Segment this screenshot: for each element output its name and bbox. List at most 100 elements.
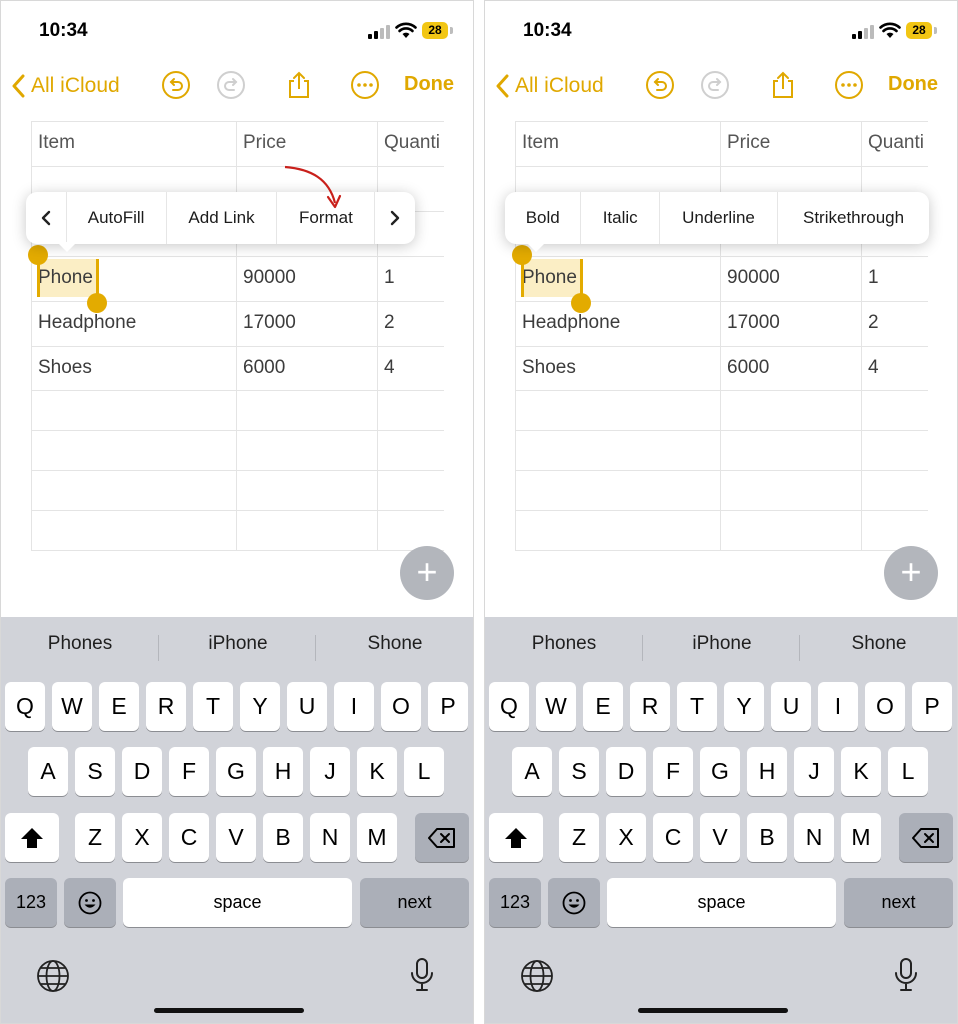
key-t[interactable]: T	[677, 682, 717, 731]
numbers-key[interactable]: 123	[489, 878, 541, 927]
key-s[interactable]: S	[559, 747, 599, 796]
key-m[interactable]: M	[357, 813, 397, 862]
suggestion-3[interactable]: Shone	[320, 633, 470, 655]
undo-icon[interactable]	[645, 70, 675, 100]
key-o[interactable]: O	[865, 682, 905, 731]
next-key[interactable]: next	[844, 878, 953, 927]
shift-key[interactable]	[489, 813, 543, 862]
add-button[interactable]: +	[884, 546, 938, 600]
key-v[interactable]: V	[216, 813, 256, 862]
numbers-key[interactable]: 123	[5, 878, 57, 927]
key-b[interactable]: B	[747, 813, 787, 862]
menu-strikethrough[interactable]: Strikethrough	[778, 192, 929, 244]
microphone-icon[interactable]	[409, 957, 435, 993]
back-button[interactable]: All iCloud	[495, 69, 604, 103]
cell-item-1[interactable]: Phone	[522, 267, 577, 289]
key-z[interactable]: Z	[559, 813, 599, 862]
redo-icon[interactable]	[216, 70, 246, 100]
key-f[interactable]: F	[169, 747, 209, 796]
cell-price-3[interactable]: 6000	[243, 357, 285, 379]
menu-add-link[interactable]: Add Link	[167, 192, 278, 244]
next-key[interactable]: next	[360, 878, 469, 927]
key-h[interactable]: H	[263, 747, 303, 796]
shift-key[interactable]	[5, 813, 59, 862]
key-b[interactable]: B	[263, 813, 303, 862]
cell-qty-2[interactable]: 2	[384, 312, 395, 334]
key-d[interactable]: D	[606, 747, 646, 796]
menu-next-button[interactable]	[375, 192, 415, 244]
key-x[interactable]: X	[122, 813, 162, 862]
selection-start-handle[interactable]	[28, 245, 48, 265]
key-f[interactable]: F	[653, 747, 693, 796]
cell-item-2[interactable]: Headphone	[522, 312, 620, 334]
key-j[interactable]: J	[310, 747, 350, 796]
share-icon[interactable]	[284, 70, 314, 100]
key-u[interactable]: U	[287, 682, 327, 731]
key-w[interactable]: W	[536, 682, 576, 731]
redo-icon[interactable]	[700, 70, 730, 100]
key-q[interactable]: Q	[489, 682, 529, 731]
done-button[interactable]: Done	[404, 73, 454, 96]
header-item[interactable]: Item	[522, 132, 559, 154]
key-r[interactable]: R	[630, 682, 670, 731]
key-s[interactable]: S	[75, 747, 115, 796]
menu-autofill[interactable]: AutoFill	[67, 192, 167, 244]
backspace-key[interactable]	[899, 813, 953, 862]
microphone-icon[interactable]	[893, 957, 919, 993]
key-y[interactable]: Y	[240, 682, 280, 731]
cell-qty-1[interactable]: 1	[868, 267, 879, 289]
key-p[interactable]: P	[912, 682, 952, 731]
cell-item-1[interactable]: Phone	[38, 267, 93, 289]
emoji-key[interactable]	[64, 878, 116, 927]
cell-price-2[interactable]: 17000	[243, 312, 296, 334]
key-w[interactable]: W	[52, 682, 92, 731]
space-key[interactable]: space	[123, 878, 352, 927]
emoji-key[interactable]	[548, 878, 600, 927]
share-icon[interactable]	[768, 70, 798, 100]
suggestion-2[interactable]: iPhone	[163, 633, 313, 655]
space-key[interactable]: space	[607, 878, 836, 927]
cell-price-3[interactable]: 6000	[727, 357, 769, 379]
more-options-icon[interactable]	[350, 70, 380, 100]
key-i[interactable]: I	[818, 682, 858, 731]
suggestion-3[interactable]: Shone	[804, 633, 954, 655]
key-d[interactable]: D	[122, 747, 162, 796]
notes-table[interactable]: Item Price Quanti Phone 90000 1 Headphon…	[515, 121, 928, 551]
undo-icon[interactable]	[161, 70, 191, 100]
key-x[interactable]: X	[606, 813, 646, 862]
done-button[interactable]: Done	[888, 73, 938, 96]
header-price[interactable]: Price	[243, 132, 286, 154]
key-a[interactable]: A	[28, 747, 68, 796]
header-quantity[interactable]: Quanti	[868, 132, 924, 154]
cell-price-2[interactable]: 17000	[727, 312, 780, 334]
menu-italic[interactable]: Italic	[581, 192, 660, 244]
key-e[interactable]: E	[99, 682, 139, 731]
key-r[interactable]: R	[146, 682, 186, 731]
key-c[interactable]: C	[653, 813, 693, 862]
key-v[interactable]: V	[700, 813, 740, 862]
key-g[interactable]: G	[216, 747, 256, 796]
key-i[interactable]: I	[334, 682, 374, 731]
back-button[interactable]: All iCloud	[11, 69, 120, 103]
key-n[interactable]: N	[794, 813, 834, 862]
suggestion-1[interactable]: Phones	[489, 633, 639, 655]
key-g[interactable]: G	[700, 747, 740, 796]
header-price[interactable]: Price	[727, 132, 770, 154]
cell-price-1[interactable]: 90000	[243, 267, 296, 289]
key-e[interactable]: E	[583, 682, 623, 731]
key-h[interactable]: H	[747, 747, 787, 796]
notes-table[interactable]: Item Price Quanti Phone 90000 1 Headphon…	[31, 121, 444, 551]
key-z[interactable]: Z	[75, 813, 115, 862]
suggestion-2[interactable]: iPhone	[647, 633, 797, 655]
key-l[interactable]: L	[888, 747, 928, 796]
backspace-key[interactable]	[415, 813, 469, 862]
key-l[interactable]: L	[404, 747, 444, 796]
cell-item-3[interactable]: Shoes	[522, 357, 576, 379]
key-y[interactable]: Y	[724, 682, 764, 731]
menu-bold[interactable]: Bold	[505, 192, 582, 244]
menu-previous-button[interactable]	[26, 192, 67, 244]
key-a[interactable]: A	[512, 747, 552, 796]
key-c[interactable]: C	[169, 813, 209, 862]
key-u[interactable]: U	[771, 682, 811, 731]
header-quantity[interactable]: Quanti	[384, 132, 440, 154]
